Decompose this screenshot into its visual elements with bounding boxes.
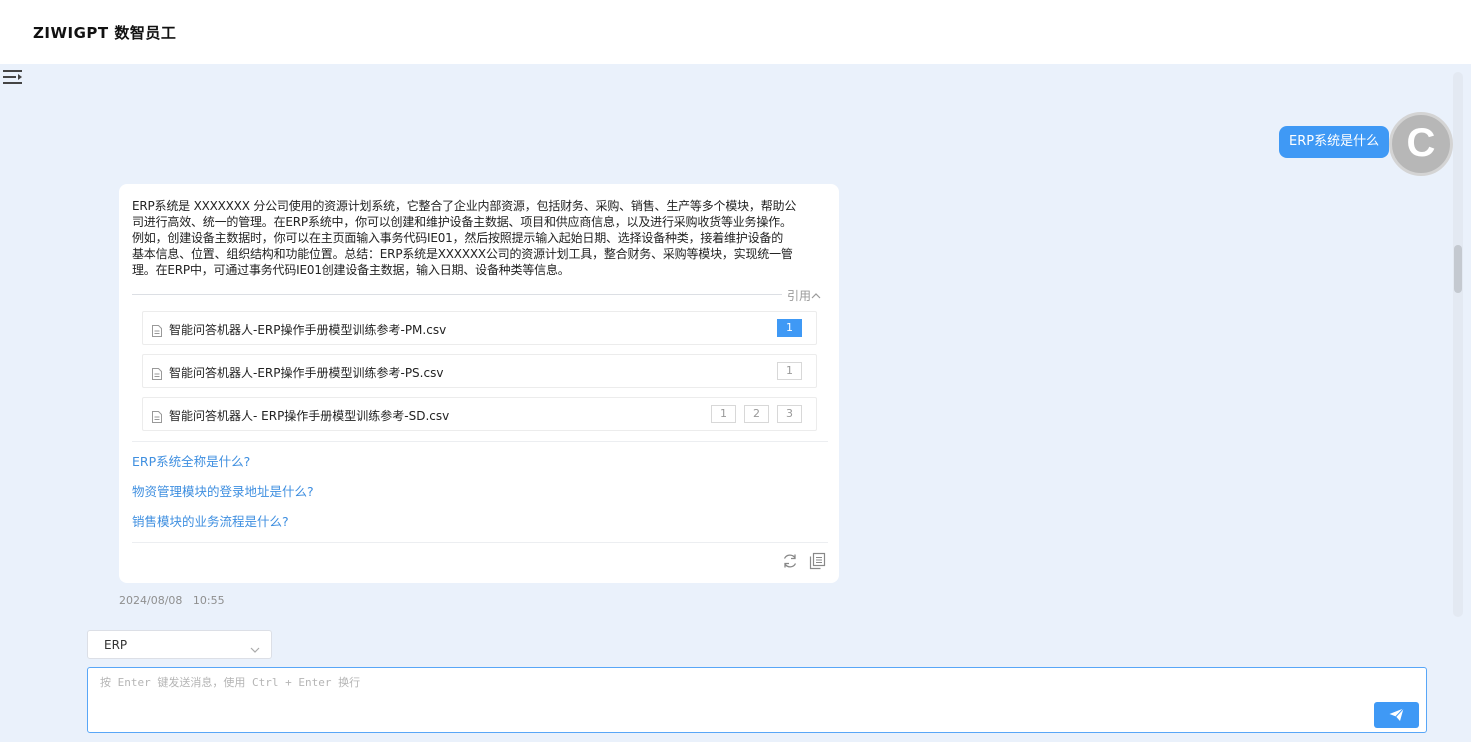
chat-scrollbar-track[interactable] bbox=[1453, 72, 1463, 617]
citation-tag[interactable]: 2 bbox=[744, 405, 769, 423]
refresh-icon[interactable] bbox=[781, 552, 799, 570]
message-input[interactable] bbox=[100, 674, 1360, 724]
assistant-answer-card: ERP系统是 XXXXXXX 分公司使用的资源计划系统，它整合了企业内部资源，包… bbox=[119, 184, 839, 583]
answer-line: ERP系统是 XXXXXXX 分公司使用的资源计划系统，它整合了企业内部资源，包… bbox=[132, 199, 797, 213]
send-button[interactable] bbox=[1374, 702, 1419, 728]
answer-line: 例如，创建设备主数据时，你可以在主页面输入事务代码IE01，然后按照提示输入起始… bbox=[132, 231, 783, 245]
suggestions-divider bbox=[132, 441, 828, 442]
reference-citation-tags: 1 bbox=[777, 362, 802, 380]
user-avatar: C bbox=[1389, 112, 1453, 176]
chevron-up-icon bbox=[811, 289, 821, 303]
references-toggle[interactable]: 引用 bbox=[787, 287, 821, 304]
reference-citation-tags: 1 2 3 bbox=[711, 405, 802, 423]
app-title: ZIWIGPT 数智员工 bbox=[33, 24, 177, 42]
answer-line: 理。在ERP中，可通过事务代码IE01创建设备主数据，输入日期、设备种类等信息。 bbox=[132, 263, 570, 277]
answer-line: 司进行高效、统一的管理。在ERP系统中，你可以创建和维护设备主数据、项目和供应商… bbox=[132, 215, 792, 229]
answer-line: 基本信息、位置、组织结构和功能位置。总结：ERP系统是XXXXXX公司的资源计划… bbox=[132, 247, 793, 261]
reference-file-name: 智能问答机器人-ERP操作手册模型训练参考-PM.csv bbox=[169, 323, 447, 337]
document-icon bbox=[152, 322, 162, 337]
chevron-down-icon bbox=[249, 640, 261, 653]
citation-tag[interactable]: 1 bbox=[777, 319, 802, 337]
chat-scrollbar-thumb[interactable] bbox=[1454, 245, 1462, 293]
citation-tag[interactable]: 3 bbox=[777, 405, 802, 423]
answer-text: ERP系统是 XXXXXXX 分公司使用的资源计划系统，它整合了企业内部资源，包… bbox=[132, 198, 828, 278]
reference-item[interactable]: 智能问答机器人-ERP操作手册模型训练参考-PS.csv 1 bbox=[142, 354, 817, 388]
top-header: ZIWIGPT 数智员工 bbox=[0, 0, 1471, 64]
send-icon bbox=[1389, 708, 1404, 721]
actions-divider bbox=[132, 542, 828, 543]
message-timestamp: 2024/08/08 10:55 bbox=[119, 594, 225, 607]
reference-file-name: 智能问答机器人- ERP操作手册模型训练参考-SD.csv bbox=[169, 409, 450, 423]
user-bubble-tail bbox=[1380, 136, 1387, 148]
message-composer bbox=[87, 667, 1427, 733]
copy-icon[interactable] bbox=[808, 552, 826, 570]
citation-tag[interactable]: 1 bbox=[711, 405, 736, 423]
document-icon bbox=[152, 365, 162, 380]
suggested-question[interactable]: 销售模块的业务流程是什么? bbox=[132, 511, 289, 530]
knowledge-base-select[interactable]: ERP bbox=[87, 630, 272, 659]
document-icon bbox=[152, 408, 162, 423]
references-label: 引用 bbox=[787, 289, 812, 303]
citation-tag[interactable]: 1 bbox=[777, 362, 802, 380]
reference-citation-tags: 1 bbox=[777, 319, 802, 337]
knowledge-base-value: ERP bbox=[104, 638, 128, 652]
menu-toggle-icon[interactable] bbox=[3, 68, 23, 86]
references-divider bbox=[132, 294, 782, 295]
reference-item[interactable]: 智能问答机器人- ERP操作手册模型训练参考-SD.csv 1 2 3 bbox=[142, 397, 817, 431]
user-message-bubble: ERP系统是什么 bbox=[1279, 126, 1390, 158]
suggested-question[interactable]: ERP系统全称是什么? bbox=[132, 451, 250, 470]
reference-file-name: 智能问答机器人-ERP操作手册模型训练参考-PS.csv bbox=[169, 366, 444, 380]
reference-item[interactable]: 智能问答机器人-ERP操作手册模型训练参考-PM.csv 1 bbox=[142, 311, 817, 345]
suggested-question[interactable]: 物资管理模块的登录地址是什么? bbox=[132, 481, 314, 500]
